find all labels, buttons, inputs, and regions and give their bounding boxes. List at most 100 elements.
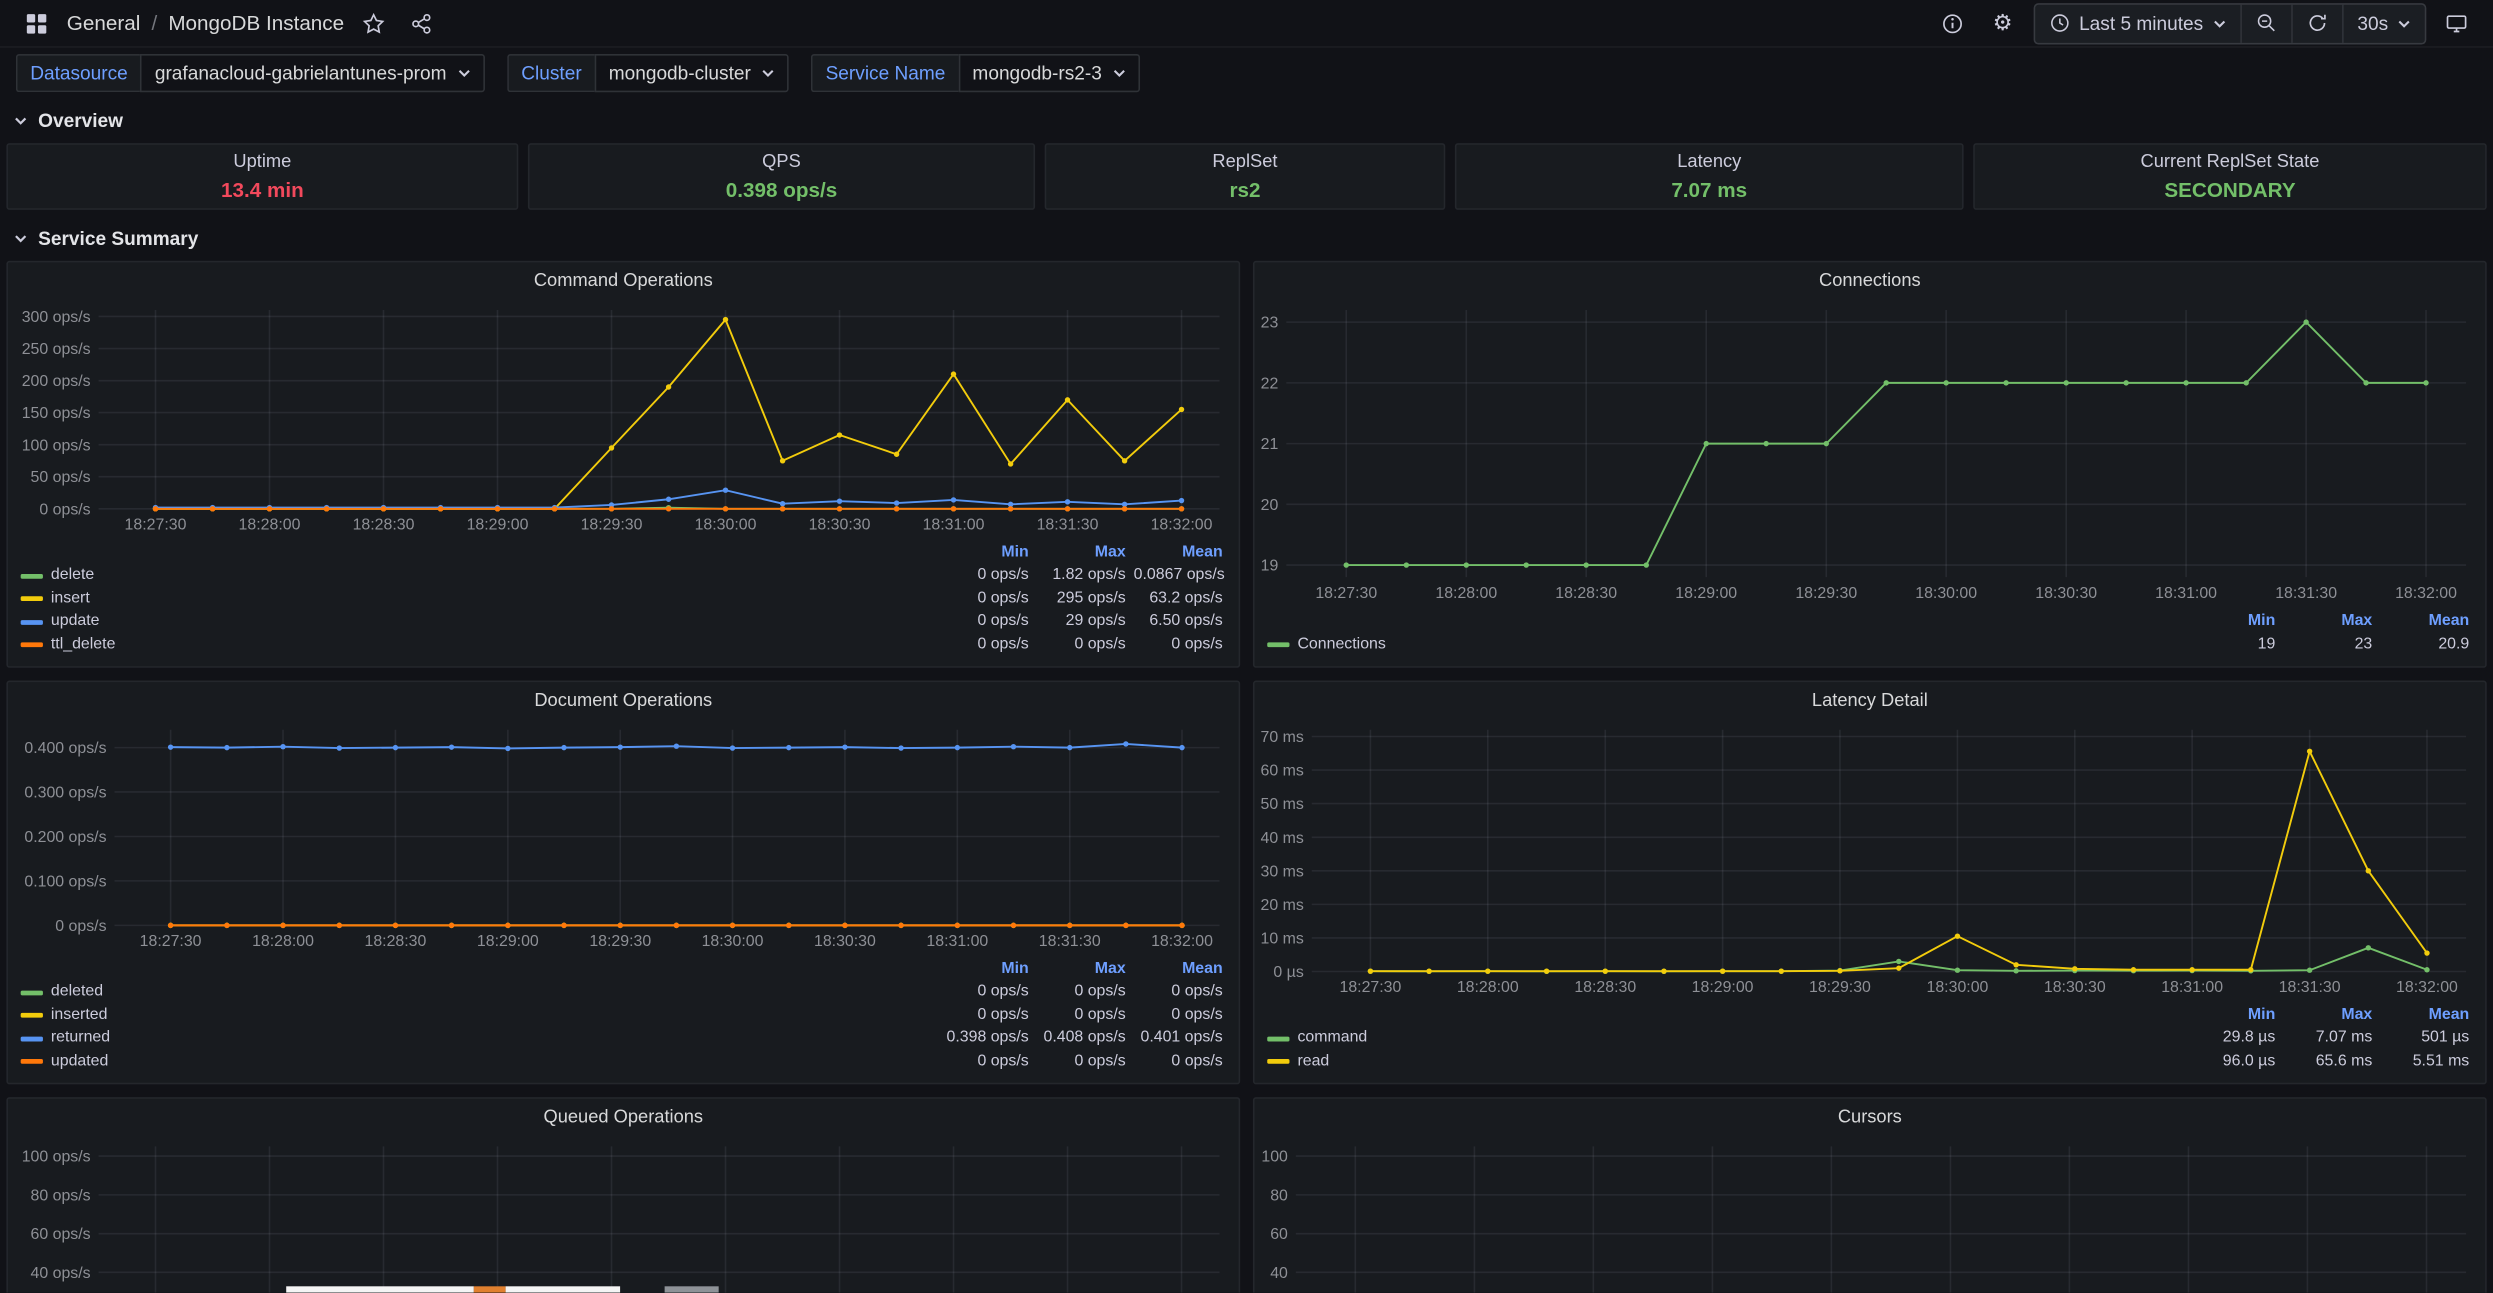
latency-detail-legend: MinMaxMean command 29.8 µs7.07 ms501 µs … xyxy=(1255,1002,2486,1082)
latency-detail-chart[interactable]: 0 µs10 ms20 ms30 ms40 ms50 ms60 ms70 ms1… xyxy=(1261,720,2479,1002)
svg-text:18:28:30: 18:28:30 xyxy=(365,933,427,950)
svg-text:18:28:30: 18:28:30 xyxy=(1574,979,1636,996)
legend-stat-value: 23 xyxy=(2283,634,2372,657)
svg-text:18:29:00: 18:29:00 xyxy=(1675,585,1737,602)
legend-item-read[interactable]: read 96.0 µs65.6 ms5.51 ms xyxy=(1267,1050,2469,1073)
series-color-swatch xyxy=(21,574,43,579)
svg-text:18:28:00: 18:28:00 xyxy=(239,516,301,533)
legend-item-command[interactable]: command 29.8 µs7.07 ms501 µs xyxy=(1267,1027,2469,1050)
svg-text:100: 100 xyxy=(1261,1149,1288,1166)
svg-text:18:31:00: 18:31:00 xyxy=(923,516,985,533)
breadcrumb-separator: / xyxy=(151,11,157,35)
legend-item-connections[interactable]: Connections 192320.9 xyxy=(1267,634,2469,657)
svg-text:300 ops/s: 300 ops/s xyxy=(22,309,91,326)
legend-item-ttl-delete[interactable]: ttl_delete 0 ops/s0 ops/s0 ops/s xyxy=(21,634,1223,657)
stat-title: Current ReplSet State xyxy=(2141,152,2320,171)
svg-text:18:27:30: 18:27:30 xyxy=(125,516,187,533)
panel-title[interactable]: Connections xyxy=(1255,262,2486,300)
chevron-down-icon xyxy=(13,113,29,129)
legend-stat-header[interactable]: Min xyxy=(2186,1004,2275,1027)
svg-text:0 ops/s: 0 ops/s xyxy=(55,918,106,935)
filter-label: Datasource xyxy=(16,54,141,92)
stat-panel-replset: ReplSet rs2 xyxy=(1045,143,1446,210)
legend-item-updated[interactable]: updated 0 ops/s0 ops/s0 ops/s xyxy=(21,1050,1223,1073)
legend-stat-header[interactable]: Max xyxy=(2283,1004,2372,1027)
legend-stat-header[interactable]: Mean xyxy=(1134,541,1223,564)
svg-text:20 ms: 20 ms xyxy=(1261,897,1304,914)
legend-item-delete[interactable]: delete 0 ops/s1.82 ops/s0.0867 ops/s xyxy=(21,564,1223,587)
legend-stat-value: 501 µs xyxy=(2380,1027,2469,1050)
svg-text:18:27:30: 18:27:30 xyxy=(140,933,202,950)
document-operations-chart[interactable]: 0 ops/s0.100 ops/s0.200 ops/s0.300 ops/s… xyxy=(14,720,1232,956)
legend-stat-header[interactable]: Mean xyxy=(1134,958,1223,981)
dashboards-grid-icon[interactable] xyxy=(16,4,57,42)
legend-stat-header[interactable]: Max xyxy=(1037,541,1126,564)
legend-item-returned[interactable]: returned 0.398 ops/s0.408 ops/s0.401 ops… xyxy=(21,1027,1223,1050)
svg-text:80 ops/s: 80 ops/s xyxy=(31,1187,91,1204)
legend-stat-value: 1.82 ops/s xyxy=(1037,564,1126,587)
chart-canvas: 0 µs10 ms20 ms30 ms40 ms50 ms60 ms70 ms1… xyxy=(1261,720,2479,1003)
filter-value-dropdown[interactable]: mongodb-rs2-3 xyxy=(958,54,1140,92)
section-header-service-summary[interactable]: Service Summary xyxy=(0,219,2493,257)
legend-stat-header[interactable]: Min xyxy=(940,958,1029,981)
svg-text:19: 19 xyxy=(1261,558,1279,575)
legend-item-inserted[interactable]: inserted 0 ops/s0 ops/s0 ops/s xyxy=(21,1004,1223,1027)
dashboard-settings-button[interactable]: ⚙ xyxy=(1982,4,2023,42)
legend-item-insert[interactable]: insert 0 ops/s295 ops/s63.2 ops/s xyxy=(21,588,1223,611)
command-operations-legend: MinMaxMean delete 0 ops/s1.82 ops/s0.086… xyxy=(8,540,1239,666)
legend-stat-header[interactable]: Max xyxy=(1037,958,1126,981)
filter-value-dropdown[interactable]: mongodb-cluster xyxy=(594,54,789,92)
panel-title[interactable]: Document Operations xyxy=(8,682,1239,720)
time-range-picker[interactable]: Last 5 minutes xyxy=(2035,4,2240,42)
section-title: Service Summary xyxy=(38,227,198,249)
refresh-interval-picker[interactable]: 30s xyxy=(2341,4,2424,42)
legend-stat-value: 295 ops/s xyxy=(1037,588,1126,611)
panel-title[interactable]: Command Operations xyxy=(8,262,1239,300)
favorite-star-button[interactable] xyxy=(354,4,395,42)
legend-stat-header[interactable]: Min xyxy=(2186,611,2275,634)
legend-stat-header[interactable]: Max xyxy=(2283,611,2372,634)
series-color-swatch xyxy=(21,643,43,648)
panel-latency-detail: Latency Detail 0 µs10 ms20 ms30 ms40 ms5… xyxy=(1253,681,2487,1085)
panel-title[interactable]: Latency Detail xyxy=(1255,682,2486,720)
series-name: inserted xyxy=(51,1004,108,1027)
command-operations-chart[interactable]: 0 ops/s50 ops/s100 ops/s150 ops/s200 ops… xyxy=(14,301,1232,540)
svg-text:18:30:00: 18:30:00 xyxy=(702,933,764,950)
filter-value-dropdown[interactable]: grafanacloud-gabrielantunes-prom xyxy=(141,54,485,92)
legend-stat-value: 0 ops/s xyxy=(940,564,1029,587)
legend-item-update[interactable]: update 0 ops/s29 ops/s6.50 ops/s xyxy=(21,611,1223,634)
chart-canvas: 0 ops/s0.100 ops/s0.200 ops/s0.300 ops/s… xyxy=(14,720,1232,957)
panel-title[interactable]: Queued Operations xyxy=(8,1099,1239,1137)
refresh-button[interactable] xyxy=(2291,4,2342,42)
svg-text:30 ms: 30 ms xyxy=(1261,863,1304,880)
svg-text:150 ops/s: 150 ops/s xyxy=(22,405,91,422)
svg-text:200 ops/s: 200 ops/s xyxy=(22,373,91,390)
legend-stat-value: 96.0 µs xyxy=(2186,1050,2275,1073)
breadcrumb-dashboard-title: MongoDB Instance xyxy=(168,11,344,35)
breadcrumb-folder[interactable]: General xyxy=(67,11,141,35)
legend-stat-header[interactable]: Mean xyxy=(2380,611,2469,634)
svg-text:18:29:00: 18:29:00 xyxy=(477,933,539,950)
legend-stat-value: 65.6 ms xyxy=(2283,1050,2372,1073)
queued-operations-chart[interactable]: 20 ops/s40 ops/s60 ops/s80 ops/s100 ops/… xyxy=(14,1137,1232,1293)
legend-stat-value: 0 ops/s xyxy=(1037,1050,1126,1073)
stat-title: ReplSet xyxy=(1212,152,1277,171)
tv-mode-button[interactable] xyxy=(2436,4,2477,42)
legend-item-deleted[interactable]: deleted 0 ops/s0 ops/s0 ops/s xyxy=(21,981,1223,1004)
cursors-chart[interactable]: 2040608010018:27:3018:28:0018:28:3018:29… xyxy=(1261,1137,2479,1293)
connections-chart[interactable]: 192021222318:27:3018:28:0018:28:3018:29:… xyxy=(1261,301,2479,609)
share-dashboard-button[interactable] xyxy=(401,4,442,42)
stat-panel-uptime: Uptime 13.4 min xyxy=(6,143,518,210)
svg-text:18:31:30: 18:31:30 xyxy=(1037,516,1099,533)
svg-text:70 ms: 70 ms xyxy=(1261,729,1304,746)
panel-title[interactable]: Cursors xyxy=(1255,1099,2486,1137)
dashboard-info-button[interactable] xyxy=(1931,4,1972,42)
legend-header: Min Max Mean xyxy=(1267,1004,2469,1027)
legend-stat-header[interactable]: Mean xyxy=(2380,1004,2469,1027)
section-header-overview[interactable]: Overview xyxy=(0,102,2493,140)
section-title: Overview xyxy=(38,110,123,132)
legend-stat-header[interactable]: Min xyxy=(940,541,1029,564)
svg-text:18:30:30: 18:30:30 xyxy=(2035,585,2097,602)
svg-text:18:31:30: 18:31:30 xyxy=(2279,979,2341,996)
zoom-out-time-button[interactable] xyxy=(2240,4,2291,42)
